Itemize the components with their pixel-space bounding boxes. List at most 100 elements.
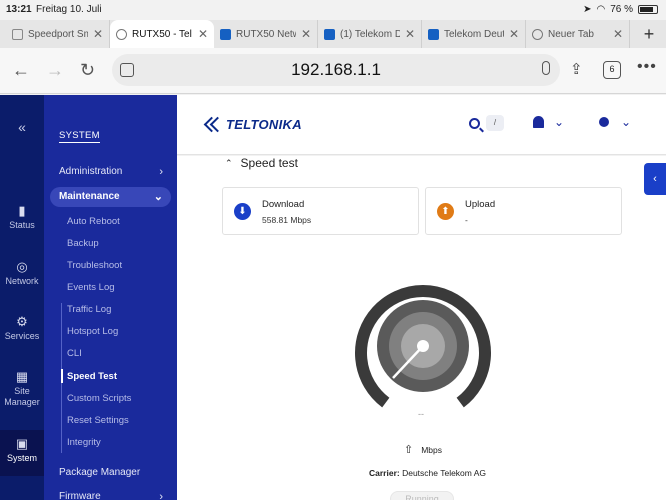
tab-speedport[interactable]: Speedport Sm ✕ (6, 20, 110, 48)
collapse-icon[interactable]: « (0, 119, 44, 135)
tab-count-button[interactable]: 6 (603, 61, 621, 79)
share-icon[interactable]: ⇪ (570, 60, 583, 78)
rail-item-system[interactable]: ▣ System (0, 430, 44, 476)
download-value: 558.81 Mbps (262, 215, 312, 225)
telekom-icon (428, 28, 439, 40)
rail-item-services[interactable]: ⚙ Services (0, 315, 44, 360)
sidebar-subitem-auto-reboot[interactable]: Auto Reboot (67, 216, 120, 227)
download-label: Download (262, 199, 305, 210)
date: Freitag 10. Juli (36, 4, 102, 15)
main-content: ⌃ Speed test ⬇ Download 558.81 Mbps ⬆ Up… (177, 156, 666, 500)
tab-telekom-1[interactable]: (1) Telekom D ✕ (318, 20, 422, 48)
tab-bar: Speedport Sm ✕ RUTX50 - Tel ✕ RUTX50 Net… (0, 20, 666, 48)
close-icon[interactable]: ✕ (198, 27, 208, 41)
teltonika-logo[interactable]: TELTONIKA (202, 116, 302, 132)
gauge-graphic (355, 285, 491, 408)
download-icon: ⬇ (234, 203, 251, 220)
carrier-info: Carrier: Deutsche Telekom AG (369, 468, 486, 478)
sidebar-subitem-reset-settings[interactable]: Reset Settings (67, 415, 129, 426)
side-panel-toggle[interactable]: ‹ (644, 163, 666, 195)
rail-item-network[interactable]: ◎ Network (0, 259, 44, 305)
reload-icon[interactable]: ↻ (80, 60, 95, 81)
forward-arrow-icon[interactable]: → (46, 60, 64, 81)
upload-value: - (465, 215, 468, 225)
tab-telekom-2[interactable]: Telekom Deut ✕ (422, 20, 526, 48)
carrier-label: Carrier: (369, 468, 400, 478)
chevron-right-icon: › (159, 491, 163, 500)
close-icon[interactable]: ✕ (405, 27, 415, 41)
url-field[interactable]: 192.168.1.1 (112, 54, 560, 86)
user-settings-icon (599, 117, 609, 127)
search-button[interactable]: / (469, 115, 504, 131)
sidebar-item-firmware[interactable]: Firmware › (50, 487, 171, 500)
sidebar-item-administration[interactable]: Administration › (50, 162, 171, 182)
nav-rail: « ▮ Status ◎ Network ⚙ Services ▦ Site M… (0, 95, 44, 500)
back-arrow-icon[interactable]: ← (12, 60, 30, 81)
sidebar-item-label: Maintenance (59, 191, 120, 202)
sidebar: SYSTEM Administration › Maintenance ⌄ Au… (44, 95, 177, 500)
close-icon[interactable]: ✕ (301, 27, 311, 41)
sidebar-item-maintenance[interactable]: Maintenance ⌄ (50, 187, 171, 207)
location-icon: ➤ (583, 4, 592, 15)
more-menu-icon[interactable]: ••• (637, 58, 657, 76)
close-icon[interactable]: ✕ (613, 27, 623, 41)
bell-icon (533, 116, 544, 128)
new-tab-button[interactable]: + (632, 20, 666, 48)
running-button[interactable]: Running (390, 491, 454, 500)
upload-icon: ⬆ (437, 203, 454, 220)
chevron-down-icon: ⌄ (554, 115, 565, 129)
carrier-value: Deutsche Telekom AG (402, 468, 487, 478)
rail-label: Status (9, 220, 35, 230)
tab-rutx50-network[interactable]: RUTX50 Netw ✕ (214, 20, 318, 48)
close-icon[interactable]: ✕ (93, 27, 103, 41)
unit-label: Mbps (421, 444, 443, 455)
chevron-down-icon: ⌄ (153, 191, 163, 203)
telekom-icon (324, 28, 335, 40)
sidebar-subitem-traffic-log[interactable]: Traffic Log (67, 304, 111, 315)
wifi-icon: ◠ (596, 4, 606, 15)
tab-title: Speedport Sm (28, 28, 88, 40)
globe-icon (532, 28, 543, 40)
tab-title: (1) Telekom D (340, 28, 400, 40)
telekom-icon (220, 28, 231, 40)
sidebar-subitem-troubleshoot[interactable]: Troubleshoot (67, 260, 122, 271)
chevron-down-icon: ⌄ (621, 115, 632, 129)
globe-icon (116, 28, 127, 40)
globe-icon: ◎ (16, 259, 28, 274)
sidebar-subitem-integrity[interactable]: Integrity (67, 437, 101, 448)
url-text[interactable]: 192.168.1.1 (112, 60, 560, 80)
sidebar-subitem-cli[interactable]: CLI (67, 348, 82, 359)
sidebar-title: SYSTEM (59, 130, 100, 143)
rail-item-status[interactable]: ▮ Status (0, 203, 44, 249)
system-icon: ▣ (15, 436, 29, 451)
user-menu-button[interactable]: ⌄ (599, 115, 631, 129)
sidebar-subitem-hotspot-log[interactable]: Hotspot Log (67, 326, 118, 337)
close-icon[interactable]: ✕ (509, 27, 519, 41)
search-shortcut: / (486, 115, 504, 131)
sidebar-item-label: Firmware (59, 491, 101, 500)
search-icon (469, 117, 480, 129)
speedport-icon (12, 28, 23, 40)
notifications-button[interactable]: ⌄ (533, 115, 564, 129)
clock: 13:21 (6, 4, 32, 15)
tab-rutx50-active[interactable]: RUTX50 - Tel ✕ (110, 20, 214, 48)
microphone-icon[interactable] (542, 61, 550, 75)
sidebar-subitem-events-log[interactable]: Events Log (67, 282, 115, 293)
sidebar-item-package-manager[interactable]: Package Manager (50, 463, 171, 483)
rail-label: Site Manager (4, 386, 40, 407)
status-icons: ➤ ◠ 76 % (583, 4, 658, 15)
sidebar-subitem-speed-test[interactable]: Speed Test (61, 369, 117, 383)
rail-item-site-manager[interactable]: ▦ Site Manager (0, 370, 44, 419)
tab-new[interactable]: Neuer Tab ✕ (526, 20, 630, 48)
signal-bars-icon: ▮ (18, 203, 26, 218)
speed-test-section-toggle[interactable]: ⌃ Speed test (225, 156, 298, 170)
battery-icon (638, 5, 658, 14)
battery-percent: 76 % (610, 4, 633, 15)
rail-label: Network (5, 276, 39, 286)
sidebar-subitem-custom-scripts[interactable]: Custom Scripts (67, 393, 131, 404)
status-bar: 13:21 Freitag 10. Juli ➤ ◠ 76 % (0, 0, 666, 20)
sidebar-subitem-backup[interactable]: Backup (67, 238, 99, 249)
gauge-value: -- (418, 409, 424, 419)
section-title: Speed test (240, 156, 298, 170)
app-header: TELTONIKA / ⌄ ⌄ (177, 95, 666, 155)
